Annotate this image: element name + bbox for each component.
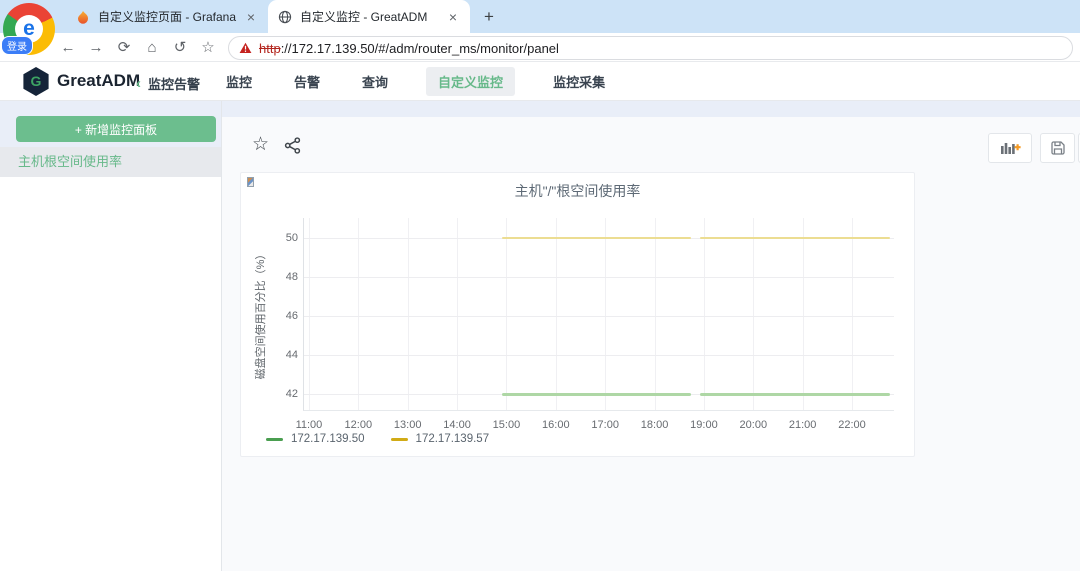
nav-item-custom-monitor[interactable]: 自定义监控 (426, 67, 516, 96)
legend-dash-icon (390, 437, 408, 441)
chart-panel: 主机"/"根空间使用率 磁盘空间使用百分比（%） 11:00 12:00 13:00… (240, 172, 915, 457)
x-tick-label: 13:00 (393, 419, 422, 431)
legend-dash-icon (266, 437, 283, 441)
x-tick-label: 22:00 (838, 419, 866, 431)
save-button[interactable] (1040, 133, 1075, 163)
bar-chart-plus-icon (1000, 143, 1021, 154)
browser-tab-grafana[interactable]: 自定义监控页面 - Grafana × (66, 0, 268, 33)
y-gridline (304, 277, 894, 279)
y-tick-label: 42 (285, 388, 298, 401)
x-tick-label: 15:00 (492, 419, 521, 431)
y-gridline (304, 316, 894, 318)
x-tick-label: 16:00 (542, 419, 570, 431)
greatadm-logo-icon: G (23, 67, 49, 96)
y-gridline (304, 355, 894, 357)
y-tick-label: 46 (285, 310, 298, 323)
bookmark-star-icon[interactable]: ☆ (196, 36, 220, 60)
add-chart-button[interactable] (988, 133, 1032, 163)
back-label: 监控告警 (148, 77, 201, 92)
x-gridline (358, 218, 360, 410)
forward-icon[interactable]: → (84, 36, 108, 60)
url-text: ://172.17.139.50/#/adm/router_ms/monitor… (280, 40, 559, 56)
x-gridline (605, 218, 607, 410)
chart-legend: 172.17.139.50 172.17.139.57 (266, 433, 489, 445)
sidebar-item-panel[interactable]: 主机根空间使用率 (0, 147, 221, 177)
tab-title: 自定义监控 - GreatADM (300, 10, 428, 24)
x-gridline (506, 218, 508, 410)
app-header: G GreatADM ‹ 监控告警 监控 告警 查询 自定义监控 监控采集 (0, 62, 1080, 101)
browser-logo: e 登录 (1, 3, 55, 55)
back-link[interactable]: ‹ 监控告警 (136, 74, 200, 93)
series-line-segment (502, 237, 691, 240)
floppy-disk-icon (1050, 141, 1065, 155)
x-tick-label: 20:00 (739, 419, 768, 431)
sidebar: + 新增监控面板 主机根空间使用率 (0, 101, 222, 571)
new-tab-button[interactable]: + (476, 4, 502, 30)
x-tick-label: 19:00 (690, 419, 718, 431)
legend-item[interactable]: 172.17.139.57 (390, 433, 490, 445)
x-gridline (654, 218, 656, 410)
nav-item-query[interactable]: 查询 (358, 67, 392, 96)
globe-icon (278, 10, 292, 24)
x-gridline (555, 218, 557, 410)
x-gridline (308, 218, 310, 410)
x-gridline (852, 218, 854, 410)
tab-close-icon[interactable]: × (244, 9, 258, 25)
app-nav: 监控 告警 查询 自定义监控 监控采集 (222, 62, 643, 101)
y-tick-label: 48 (285, 271, 298, 284)
add-panel-button[interactable]: + 新增监控面板 (16, 116, 216, 142)
series-line-segment (699, 392, 891, 396)
x-tick-label: 18:00 (640, 419, 669, 431)
chevron-left-icon: ‹ (136, 75, 141, 92)
y-axis-title: 磁盘空间使用百分比（%） (255, 248, 267, 380)
favorite-star-icon[interactable]: ☆ (252, 135, 274, 157)
nav-item-alert[interactable]: 告警 (290, 67, 324, 96)
share-icon[interactable] (284, 137, 306, 159)
browser-tab-strip: 自定义监控页面 - Grafana × 自定义监控 - GreatADM × + (0, 0, 1080, 33)
legend-label: 172.17.139.50 (291, 433, 365, 445)
browser-tab-greatadm[interactable]: 自定义监控 - GreatADM × (268, 0, 470, 33)
login-badge[interactable]: 登录 (1, 36, 33, 55)
series-line-segment (502, 392, 691, 396)
chart-title: 主机"/"根空间使用率 (514, 183, 641, 199)
brand-title: GreatADM (57, 71, 141, 90)
plot-area: 11:00 12:00 13:00 14:00 15:00 16:00 17:00 18:00… (286, 218, 894, 431)
x-gridline (753, 218, 755, 410)
x-tick-label: 12:00 (344, 419, 373, 431)
tab-close-icon[interactable]: × (446, 9, 460, 25)
x-tick-label: 21:00 (788, 419, 817, 431)
insecure-warning-icon[interactable] (239, 42, 252, 54)
nav-item-collect[interactable]: 监控采集 (549, 67, 609, 96)
series-line-segment (699, 237, 891, 240)
url-scheme: http (259, 40, 281, 56)
undo-icon[interactable]: ↺ (168, 36, 192, 60)
legend-item[interactable]: 172.17.139.50 (266, 433, 365, 445)
sidebar-head: + 新增监控面板 (0, 101, 221, 147)
nav-item-monitor[interactable]: 监控 (222, 67, 256, 96)
x-gridline (407, 218, 409, 410)
back-icon[interactable]: ← (56, 36, 80, 60)
home-icon[interactable]: ⌂ (140, 36, 164, 60)
browser-toolbar: ← → ⟳ ⌂ ↺ ☆ http://172.17.139.50/#/adm/r… (0, 33, 1080, 62)
address-bar[interactable]: http://172.17.139.50/#/adm/router_ms/mon… (228, 36, 1073, 60)
y-tick-label: 50 (285, 232, 298, 245)
tab-title: 自定义监控页面 - Grafana (98, 10, 237, 24)
main-area: ☆ 主机"/"根空间使用率 磁盘空间使用百分比（%） 11:00 12:00 13:… (222, 117, 1080, 571)
legend-label: 172.17.139.57 (415, 433, 490, 445)
x-tick-label: 14:00 (443, 419, 471, 431)
x-gridline (703, 218, 705, 410)
x-tick-label: 11:00 (295, 419, 323, 431)
y-tick-label: 44 (285, 349, 298, 362)
grafana-flame-icon (76, 10, 90, 24)
x-gridline (457, 218, 459, 410)
x-tick-label: 17:00 (591, 419, 619, 431)
x-gridline (802, 218, 804, 410)
reload-icon[interactable]: ⟳ (112, 36, 136, 60)
